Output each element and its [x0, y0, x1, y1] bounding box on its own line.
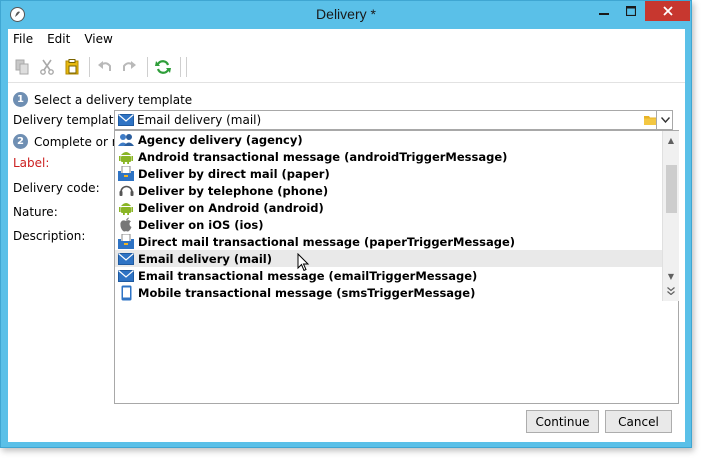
envelope-icon	[118, 268, 134, 284]
chevron-down-icon	[660, 117, 670, 123]
dropdown-option-label: Mobile transactional message (smsTrigger…	[138, 285, 476, 300]
dropdown-toggle[interactable]	[656, 110, 673, 130]
toolbar-separator	[186, 57, 187, 77]
scroll-up-icon[interactable]: ▲	[663, 133, 679, 147]
scroll-down-icon[interactable]: ▼	[663, 269, 679, 283]
dropdown-option[interactable]: Email delivery (mail)	[115, 250, 662, 267]
redo-icon[interactable]	[121, 59, 137, 75]
agency-icon	[118, 132, 134, 148]
menu-bar: File Edit View	[8, 29, 685, 49]
paste-icon[interactable]	[64, 59, 80, 75]
template-options: Agency delivery (agency) Android transact…	[115, 131, 662, 301]
dropdown-option-label: Deliver on iOS (ios)	[138, 217, 264, 232]
scroll-end-icon[interactable]	[663, 284, 679, 298]
mouse-cursor-icon	[297, 253, 310, 272]
minimize-icon	[599, 13, 609, 15]
delivery-template-select[interactable]: Email delivery (mail)	[114, 110, 673, 130]
delivery-template-label: Delivery template:	[13, 113, 125, 127]
menu-edit[interactable]: Edit	[47, 32, 70, 46]
continue-button[interactable]: Continue	[526, 410, 599, 433]
mailbox-icon	[118, 166, 134, 182]
toolbar-separator	[147, 57, 148, 77]
window-title: Delivery *	[316, 6, 376, 22]
refresh-icon[interactable]	[155, 59, 171, 75]
step-1-label: Select a delivery template	[34, 92, 193, 107]
close-icon	[662, 6, 673, 16]
dropdown-option[interactable]: Android transactional message (androidTr…	[115, 148, 662, 165]
double-chevron-down-icon	[667, 287, 675, 295]
nature-label: Nature:	[13, 205, 58, 219]
step-1: 1 Select a delivery template	[13, 92, 192, 107]
label-field-label: Label:	[13, 156, 50, 170]
envelope-icon	[118, 251, 134, 267]
dropdown-option[interactable]: Deliver by telephone (phone)	[115, 182, 662, 199]
dropdown-option[interactable]: Deliver on iOS (ios)	[115, 216, 662, 233]
scroll-thumb[interactable]	[666, 165, 677, 213]
step-2-label: Complete or m	[34, 134, 124, 149]
dropdown-option[interactable]: Deliver on Android (android)	[115, 199, 662, 216]
dropdown-option-label: Agency delivery (agency)	[138, 132, 303, 147]
dropdown-option-label: Deliver on Android (android)	[138, 200, 324, 215]
dropdown-scrollbar[interactable]: ▲ ▼	[662, 131, 679, 301]
cancel-button[interactable]: Cancel	[605, 410, 672, 433]
dropdown-option-label: Direct mail transactional message (paper…	[138, 234, 516, 249]
android-icon	[118, 149, 134, 165]
apple-icon	[118, 217, 134, 233]
toolbar	[8, 49, 685, 83]
dropdown-option[interactable]: Mobile transactional message (smsTrigger…	[115, 284, 662, 301]
step-1-badge: 1	[13, 92, 28, 107]
delivery-window: Delivery * File Edit View 1 Select a del…	[0, 0, 692, 448]
dropdown-option-label: Deliver by direct mail (paper)	[138, 166, 330, 181]
dropdown-option[interactable]: Email transactional message (emailTrigge…	[115, 267, 662, 284]
dropdown-option[interactable]: Deliver by direct mail (paper)	[115, 165, 662, 182]
dropdown-option-label: Android transactional message (androidTr…	[138, 149, 508, 164]
window-client: File Edit View 1 Select a delivery templ…	[8, 29, 685, 442]
mobile-icon	[118, 285, 134, 301]
toolbar-separator	[180, 57, 181, 77]
headset-icon	[118, 183, 134, 199]
template-dropdown-list: Agency delivery (agency) Android transact…	[114, 130, 679, 404]
maximize-icon	[626, 6, 636, 16]
close-button[interactable]	[645, 1, 690, 21]
step-2: 2 Complete or m	[13, 134, 123, 149]
toolbar-separator	[89, 57, 90, 77]
copy-icon[interactable]	[14, 59, 30, 75]
android-icon	[118, 200, 134, 216]
menu-view[interactable]: View	[84, 32, 112, 46]
dropdown-option[interactable]: Agency delivery (agency)	[115, 131, 662, 148]
maximize-button[interactable]	[618, 1, 644, 21]
delivery-template-value: Email delivery (mail)	[137, 113, 262, 127]
title-bar[interactable]: Delivery *	[1, 1, 691, 29]
dropdown-option-label: Email delivery (mail)	[138, 251, 273, 266]
undo-icon[interactable]	[97, 59, 113, 75]
minimize-button[interactable]	[591, 1, 617, 21]
cut-icon[interactable]	[39, 59, 55, 75]
step-2-badge: 2	[13, 134, 28, 149]
menu-file[interactable]: File	[13, 32, 33, 46]
mailbox-icon	[118, 234, 134, 250]
envelope-icon	[118, 114, 134, 126]
dropdown-option-label: Deliver by telephone (phone)	[138, 183, 329, 198]
delivery-code-label: Delivery code:	[13, 181, 100, 195]
description-label: Description:	[13, 229, 86, 243]
dropdown-option[interactable]: Direct mail transactional message (paper…	[115, 233, 662, 250]
